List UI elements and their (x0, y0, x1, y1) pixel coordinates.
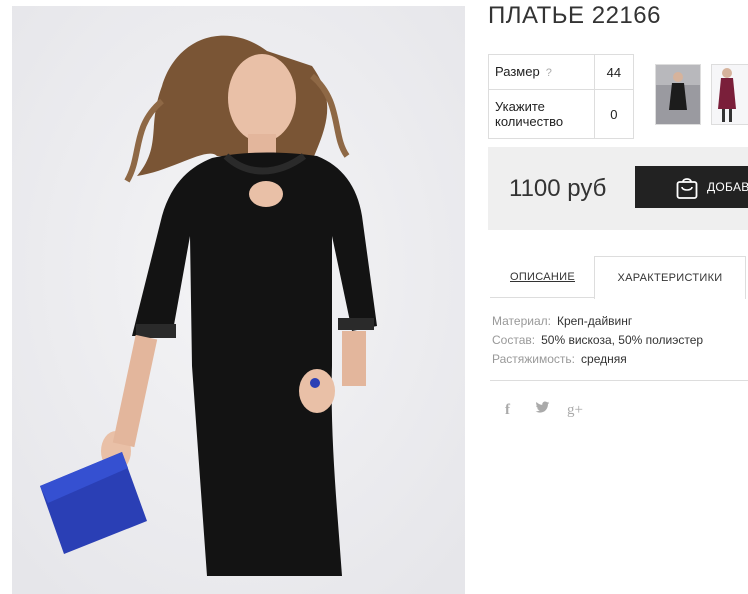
quantity-label: Укажите количество (488, 89, 595, 139)
tab-description-label: ОПИСАНИЕ (510, 271, 575, 283)
section-divider (490, 380, 748, 381)
facebook-icon[interactable]: f (505, 402, 510, 419)
google-plus-icon[interactable]: g+ (567, 402, 583, 419)
size-option-row: Размер? 44 (488, 54, 635, 90)
tab-description[interactable]: ОПИСАНИЕ (490, 256, 595, 298)
price-box: 1100 руб ДОБАВИТЬ (488, 147, 748, 230)
size-value[interactable]: 44 (593, 54, 635, 90)
characteristic-row: Состав: 50% вискоза, 50% полиэстер (492, 331, 703, 350)
add-to-cart-button[interactable]: ДОБАВИТЬ (635, 166, 748, 208)
product-options-table: Размер? 44 Укажите количество 0 (488, 54, 635, 139)
product-main-image[interactable] (12, 6, 465, 594)
characteristic-key: Состав: (492, 333, 536, 347)
quantity-option-row: Укажите количество 0 (488, 89, 635, 139)
tab-characteristics-label: ХАРАКТЕРИСТИКИ (617, 272, 723, 284)
add-to-cart-label: ДОБАВИТЬ (707, 180, 748, 194)
size-label: Размер (495, 63, 540, 79)
characteristic-value: 50% вискоза, 50% полиэстер (541, 333, 704, 347)
product-tabs: ОПИСАНИЕ ХАРАКТЕРИСТИКИ (490, 256, 748, 299)
characteristic-row: Материал: Креп-дайвинг (492, 312, 703, 331)
characteristic-key: Растяжимость: (492, 352, 576, 366)
characteristic-value: Креп-дайвинг (556, 314, 633, 328)
size-help-icon[interactable]: ? (546, 67, 552, 79)
product-thumbnail-2[interactable] (711, 64, 748, 125)
characteristic-value: средняя (581, 352, 627, 366)
quantity-input[interactable]: 0 (593, 89, 635, 139)
characteristic-row: Растяжимость: средняя (492, 350, 703, 369)
product-thumbnail-1[interactable] (655, 64, 701, 125)
characteristic-key: Материал: (492, 314, 551, 328)
tab-divider (490, 297, 594, 298)
tab-characteristics[interactable]: ХАРАКТЕРИСТИКИ (594, 256, 746, 299)
characteristics-list: Материал: Креп-дайвинг Состав: 50% вискоза… (492, 312, 703, 369)
product-title: ПЛАТЬЕ 22166 (488, 2, 661, 29)
shopping-bag-icon (675, 175, 699, 203)
product-price: 1100 руб (509, 175, 607, 202)
twitter-icon[interactable] (535, 401, 550, 419)
